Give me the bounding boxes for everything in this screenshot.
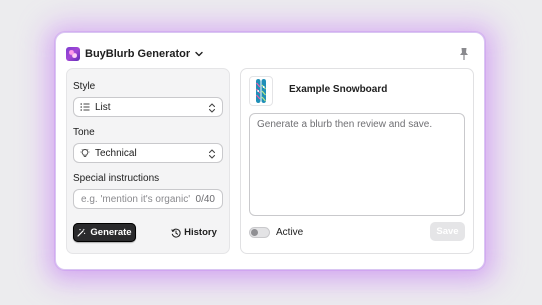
save-button[interactable]: Save bbox=[430, 222, 465, 241]
character-counter: 0/40 bbox=[195, 193, 215, 205]
blurb-generator-window: BuyBlurb Generator Style List Tone Techn… bbox=[55, 32, 485, 270]
updown-chevron-icon bbox=[208, 103, 216, 113]
snowboard-image bbox=[256, 79, 266, 103]
list-icon bbox=[80, 103, 90, 111]
tone-label: Tone bbox=[73, 127, 95, 138]
blurb-panel: Example Snowboard Generate a blurb then … bbox=[240, 68, 474, 254]
active-toggle[interactable] bbox=[249, 227, 270, 238]
special-instructions-label: Special instructions bbox=[73, 173, 160, 184]
history-button[interactable]: History bbox=[171, 223, 217, 242]
settings-panel: Style List Tone Technical Special instru… bbox=[66, 68, 230, 254]
tone-value: Technical bbox=[95, 147, 137, 159]
lightbulb-icon bbox=[80, 148, 90, 157]
active-label: Active bbox=[276, 227, 304, 238]
generate-label: Generate bbox=[90, 227, 132, 238]
updown-chevron-icon bbox=[208, 149, 216, 159]
tone-select[interactable]: Technical bbox=[73, 143, 223, 163]
app-logo-icon bbox=[66, 47, 80, 61]
generate-button[interactable]: Generate bbox=[73, 223, 136, 242]
window-header: BuyBlurb Generator bbox=[66, 45, 474, 63]
style-label: Style bbox=[73, 81, 96, 92]
style-value: List bbox=[95, 101, 111, 113]
pin-icon[interactable] bbox=[458, 47, 470, 61]
toggle-knob bbox=[251, 229, 258, 236]
magic-wand-icon bbox=[77, 228, 86, 237]
blurb-placeholder: Generate a blurb then review and save. bbox=[257, 119, 433, 130]
save-label: Save bbox=[436, 226, 459, 237]
app-title[interactable]: BuyBlurb Generator bbox=[85, 48, 190, 60]
special-instructions-input[interactable]: e.g. 'mention it's organic' 0/40 bbox=[73, 189, 223, 209]
product-thumbnail bbox=[249, 76, 273, 106]
chevron-down-icon[interactable] bbox=[194, 49, 204, 59]
blurb-textarea[interactable]: Generate a blurb then review and save. bbox=[249, 113, 465, 216]
special-instructions-placeholder: e.g. 'mention it's organic' bbox=[81, 193, 191, 205]
history-icon bbox=[171, 228, 181, 238]
product-name: Example Snowboard bbox=[289, 84, 388, 95]
style-select[interactable]: List bbox=[73, 97, 223, 117]
history-label: History bbox=[184, 227, 217, 238]
